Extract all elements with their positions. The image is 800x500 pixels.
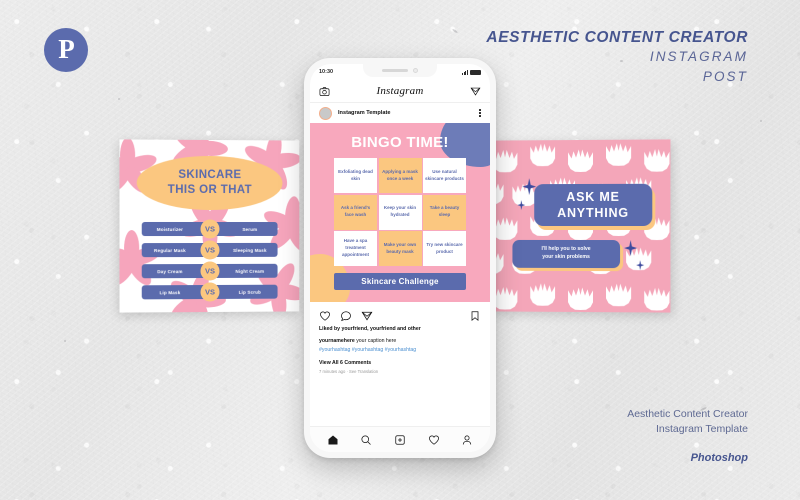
activity-icon[interactable] (428, 434, 440, 446)
bingo-cell[interactable]: Use natural skincare products (423, 158, 466, 193)
post-caption: Liked by yourfriend, yourfriend and othe… (310, 326, 490, 374)
avatar[interactable] (319, 106, 332, 120)
bingo-title: BINGO TIME! (351, 134, 449, 151)
instagram-wordmark: Instagram (376, 85, 424, 97)
caption-body: your caption here (354, 338, 397, 344)
vs-label: VS (200, 240, 220, 260)
ama-title-line-1: ASK ME (566, 189, 620, 204)
signal-icon (462, 69, 468, 75)
more-options-icon[interactable] (479, 109, 481, 117)
caption-username[interactable]: yournamehere (319, 338, 355, 344)
vs-label: VS (200, 219, 220, 239)
bingo-grid: Exfoliating dead skin Applying a mask on… (334, 158, 466, 266)
tulip-icon (644, 280, 669, 310)
home-icon[interactable] (327, 434, 339, 446)
skincare-challenge-button[interactable]: Skincare Challenge (334, 273, 466, 290)
skincare-title-badge: SKINCARE THIS OR THAT (136, 155, 283, 211)
ask-me-anything-title: ASK ME ANYTHING (534, 183, 653, 226)
skincare-this-or-that-card: SKINCARE THIS OR THAT Moisturizer VS Ser… (119, 139, 300, 313)
paper-speck (64, 340, 66, 342)
post-timestamp: 7 minutes ago · See Translation (319, 369, 379, 375)
bingo-cell[interactable]: Keep your skin hydrated (378, 194, 422, 230)
direct-message-icon[interactable] (470, 86, 481, 97)
ama-sub-line-2: your skin problems (542, 253, 590, 261)
status-indicators (462, 69, 481, 75)
bottom-navigation-bar (310, 426, 490, 452)
share-icon[interactable] (361, 310, 373, 322)
vs-option-right[interactable]: Night Cream (210, 263, 278, 278)
phone-screen: 10:30 Instagram Instagram Template BINGO… (310, 64, 490, 452)
tulip-icon (606, 276, 631, 306)
bingo-cell[interactable]: Have a spa treatment appointment (334, 231, 377, 266)
earpiece-speaker (382, 69, 408, 72)
search-icon[interactable] (360, 434, 372, 446)
brand-logo: P (44, 28, 88, 72)
title-line-2: INSTAGRAM (649, 49, 748, 65)
post-image: BINGO TIME! Exfoliating dead skin Applyi… (310, 123, 490, 302)
bingo-cell[interactable]: Applying a mask once a week (378, 158, 422, 193)
title-line-3: POST (702, 68, 748, 84)
footer-software: Photoshop (690, 452, 748, 464)
like-icon[interactable] (319, 310, 331, 322)
vs-option-right[interactable]: Serum (210, 222, 278, 236)
ask-me-anything-card: ASK ME ANYTHING I'll help you to solve y… (490, 139, 671, 313)
paper-speck (118, 98, 120, 100)
post-header: Instagram Template (310, 102, 490, 123)
tulip-icon (568, 280, 593, 310)
ama-title-line-2: ANYTHING (557, 205, 629, 221)
likes-text: Liked by yourfriend, yourfriend and othe… (319, 326, 421, 332)
bingo-cell[interactable]: Make your own beauty mask (378, 231, 422, 266)
battery-icon (470, 69, 481, 75)
instagram-top-bar: Instagram (310, 80, 490, 102)
caption-hashtags[interactable]: #yourhashtag #yourhashtag #yourhashtag (319, 346, 481, 354)
page-title: AESTHETIC CONTENT CREATOR INSTAGRAM POST (486, 28, 748, 87)
skincare-title-line-1: SKINCARE (178, 169, 242, 182)
logo-letter: P (58, 33, 74, 64)
footer-credits: Aesthetic Content Creator Instagram Temp… (627, 407, 748, 465)
tulip-icon (493, 280, 518, 310)
vs-option-right[interactable]: Sleeping Mask (210, 242, 278, 257)
tulip-icon (606, 139, 631, 165)
phone-notch (363, 64, 437, 77)
view-all-comments-link[interactable]: View All 6 Comments (319, 360, 481, 366)
comment-icon[interactable] (340, 310, 352, 322)
tulip-icon (568, 142, 593, 172)
tulip-icon (493, 142, 518, 172)
tulip-icon (530, 139, 555, 166)
profile-icon[interactable] (461, 434, 473, 446)
vs-label: VS (200, 261, 220, 281)
camera-icon[interactable] (319, 86, 330, 97)
footer-line-1: Aesthetic Content Creator (627, 407, 748, 420)
bingo-cell[interactable]: Ask a friend's face wash (334, 194, 377, 230)
bookmark-icon[interactable] (469, 310, 481, 322)
vs-label: VS (200, 282, 220, 302)
phone-mockup: 10:30 Instagram Instagram Template BINGO… (304, 58, 496, 458)
front-camera-icon (413, 68, 418, 73)
post-username[interactable]: Instagram Template (338, 110, 473, 116)
tulip-icon (644, 141, 669, 171)
tulip-icon (530, 276, 555, 306)
title-line-1: AESTHETIC CONTENT CREATOR (486, 29, 748, 46)
skincare-title-line-2: THIS OR THAT (167, 183, 253, 197)
vs-row[interactable]: Lip Mask VS Lip Scrub (141, 282, 278, 302)
footer-line-2: Instagram Template (655, 423, 748, 436)
ask-me-anything-subtitle: I'll help you to solve your skin problem… (512, 239, 621, 269)
caption-text: yournamehere your caption here (319, 338, 481, 346)
add-post-icon[interactable] (394, 434, 406, 446)
vs-row[interactable]: Regular Mask VS Sleeping Mask (141, 240, 278, 260)
vs-row[interactable]: Day Cream VS Night Cream (141, 261, 278, 281)
bingo-cell[interactable]: Take a beauty sleep (423, 194, 466, 230)
vs-option-right[interactable]: Lip Scrub (210, 284, 278, 299)
status-time: 10:30 (319, 69, 334, 75)
bingo-cell[interactable]: Try new skincare product (423, 231, 466, 266)
bingo-cell[interactable]: Exfoliating dead skin (334, 158, 377, 193)
paper-speck (760, 120, 762, 122)
ama-sub-line-1: I'll help you to solve (541, 246, 591, 253)
tulip-icon (493, 210, 518, 240)
post-actions (310, 302, 490, 326)
vs-row[interactable]: Moisturizer VS Serum (141, 219, 278, 239)
